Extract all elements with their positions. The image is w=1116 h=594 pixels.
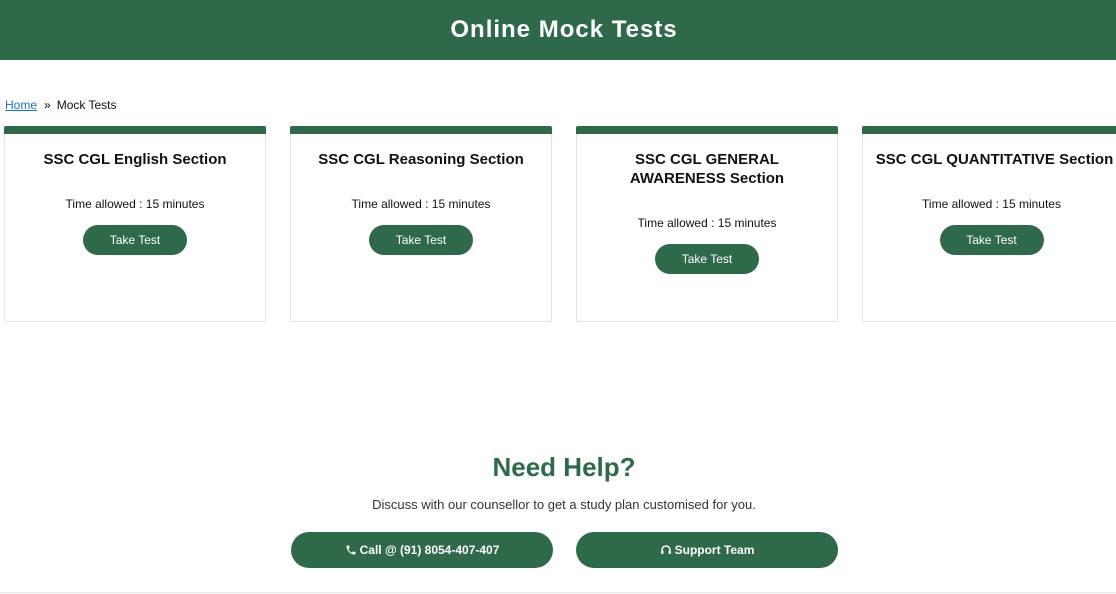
- breadcrumb: Home » Mock Tests: [5, 98, 117, 112]
- test-card-reasoning: SSC CGL Reasoning Section Time allowed :…: [290, 126, 552, 322]
- help-buttons: Call @ (91) 8054-407-407 Support Team: [0, 532, 1116, 570]
- take-test-button[interactable]: Take Test: [83, 225, 187, 255]
- phone-icon: [345, 544, 357, 556]
- page-title: Online Mock Tests: [450, 16, 678, 43]
- test-card-general-awareness: SSC CGL GENERAL AWARENESS Section Time a…: [576, 126, 838, 322]
- take-test-button[interactable]: Take Test: [369, 225, 473, 255]
- call-button-label: Call @ (91) 8054-407-407: [359, 543, 500, 557]
- page-header: Online Mock Tests: [0, 0, 1116, 60]
- card-time-allowed: Time allowed : 15 minutes: [637, 216, 777, 230]
- card-accent-bar: [862, 126, 1116, 134]
- test-card-english: SSC CGL English Section Time allowed : 1…: [4, 126, 266, 322]
- support-team-label: Support Team: [674, 543, 755, 557]
- card-time-allowed: Time allowed : 15 minutes: [65, 197, 205, 211]
- card-title: SSC CGL Reasoning Section: [318, 151, 524, 168]
- card-title: SSC CGL GENERAL AWARENESS Section: [629, 151, 785, 187]
- card-time-allowed: Time allowed : 15 minutes: [922, 197, 1061, 211]
- need-help-section: Need Help? Discuss with our counsellor t…: [0, 452, 1116, 568]
- mock-test-cards: SSC CGL English Section Time allowed : 1…: [4, 126, 1116, 326]
- breadcrumb-home-link[interactable]: Home: [5, 98, 37, 112]
- support-team-button[interactable]: Support Team: [576, 532, 838, 568]
- take-test-button[interactable]: Take Test: [939, 225, 1044, 255]
- help-subtitle: Discuss with our counsellor to get a stu…: [372, 497, 756, 512]
- card-title: SSC CGL QUANTITATIVE Section: [875, 151, 1114, 168]
- card-accent-bar: [290, 126, 552, 134]
- card-accent-bar: [4, 126, 266, 134]
- card-title: SSC CGL English Section: [43, 151, 227, 168]
- footer-divider: [0, 592, 1116, 593]
- card-time-allowed: Time allowed : 15 minutes: [351, 197, 491, 211]
- breadcrumb-current: Mock Tests: [56, 98, 117, 112]
- breadcrumb-separator: »: [44, 98, 51, 112]
- headset-icon: [660, 544, 672, 556]
- call-button[interactable]: Call @ (91) 8054-407-407: [291, 532, 553, 568]
- help-title: Need Help?: [492, 452, 636, 482]
- test-card-quantitative: SSC CGL QUANTITATIVE Section Time allowe…: [862, 126, 1116, 322]
- take-test-button[interactable]: Take Test: [655, 244, 759, 274]
- card-accent-bar: [576, 126, 838, 134]
